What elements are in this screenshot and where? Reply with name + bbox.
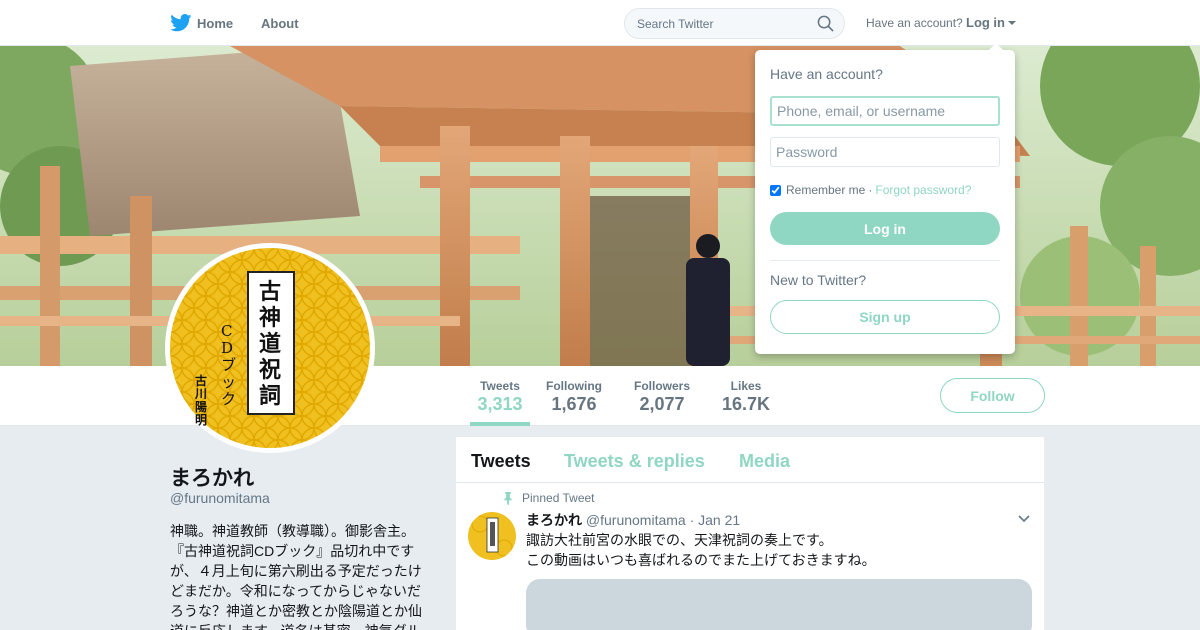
profile-avatar[interactable]: 古神道祝詞 CDブック 古川陽明	[165, 243, 375, 453]
tweet-text: 諏訪大社前宮の水眼での、天津祝詞の奏上です。 この動画はいつも喜ばれるのでまた上…	[526, 530, 1026, 570]
caret-down-icon[interactable]	[1008, 21, 1016, 25]
nav-about-link[interactable]: About	[261, 16, 299, 31]
timeline-tabs: Tweets Tweets & replies Media	[456, 437, 1044, 483]
tweet-header: まろかれ @furunomitama · Jan 21	[526, 510, 740, 530]
tweet-author-name[interactable]: まろかれ	[526, 512, 582, 528]
tab-tweets[interactable]: Tweets	[471, 451, 531, 472]
avatar-author-text: 古川陽明	[195, 374, 208, 427]
chevron-down-icon[interactable]	[1018, 515, 1030, 523]
username-field[interactable]	[770, 96, 1000, 126]
stat-followers-label: Followers	[633, 379, 690, 393]
stat-following[interactable]: Following 1,676	[544, 366, 604, 426]
nav-home-link[interactable]: Home	[170, 14, 233, 32]
timeline: Tweets Tweets & replies Media Pinned Twe…	[456, 437, 1044, 630]
tweet-avatar[interactable]	[468, 512, 516, 560]
profile-handle[interactable]: @furunomitama	[170, 490, 270, 506]
remember-me-checkbox[interactable]	[770, 184, 781, 196]
top-navigation: Home About Have an account? Log in	[0, 0, 1200, 46]
stat-likes-value: 16.7K	[721, 394, 771, 414]
stat-likes-label: Likes	[730, 379, 762, 393]
profile-name[interactable]: まろかれ	[170, 462, 254, 492]
stat-tweets[interactable]: Tweets 3,313	[470, 366, 530, 426]
divider	[770, 260, 1000, 261]
stat-likes[interactable]: Likes 16.7K	[718, 366, 774, 426]
search-input[interactable]	[625, 9, 805, 38]
tweet-media-video[interactable]	[526, 579, 1032, 630]
password-field[interactable]	[770, 137, 1000, 167]
login-button[interactable]: Log in	[770, 212, 1000, 245]
login-dropdown-title: Have an account?	[770, 66, 883, 82]
tweet-date[interactable]: · Jan 21	[690, 512, 741, 528]
login-dropdown-toggle[interactable]: Log in	[966, 15, 1005, 30]
separator-dot: ·	[868, 183, 873, 197]
pin-icon	[504, 491, 512, 505]
tweet-text-line-1: 諏訪大社前宮の水眼での、天津祝詞の奏上です。	[526, 532, 833, 548]
stat-tweets-value: 3,313	[477, 394, 523, 414]
remember-me-row: Remember me · Forgot password?	[770, 183, 971, 197]
tweet-text-line-2: この動画はいつも喜ばれるのでまた上げておきますね。	[526, 552, 876, 568]
stat-followers[interactable]: Followers 2,077	[632, 366, 692, 426]
search-icon[interactable]	[817, 15, 834, 32]
twitter-bird-icon	[170, 14, 192, 32]
stat-following-value: 1,676	[551, 394, 597, 414]
tab-media[interactable]: Media	[739, 451, 790, 472]
stat-tweets-label: Tweets	[480, 379, 520, 393]
stat-following-label: Following	[546, 379, 602, 393]
have-account-text: Have an account?	[866, 16, 963, 30]
follow-button[interactable]: Follow	[940, 378, 1045, 413]
profile-bio: 神職。神道教師（教導職）。御影舎主。『古神道祝詞CDブック』品切れ中ですが、４月…	[170, 523, 422, 630]
pinned-tweet-indicator: Pinned Tweet	[502, 491, 595, 505]
avatar-subtitle-text: CDブック	[221, 322, 237, 408]
login-dropdown: Have an account? Remember me · Forgot pa…	[755, 43, 1015, 354]
avatar-title-text: 古神道祝詞	[259, 279, 282, 409]
tweet-author-handle[interactable]: @furunomitama	[586, 512, 686, 528]
signup-button[interactable]: Sign up	[770, 300, 1000, 334]
pinned-label: Pinned Tweet	[522, 491, 595, 505]
new-to-twitter-text: New to Twitter?	[770, 272, 867, 288]
tab-tweets-and-replies[interactable]: Tweets & replies	[564, 451, 705, 472]
remember-me-label[interactable]: Remember me	[786, 183, 865, 197]
stat-followers-value: 2,077	[639, 394, 685, 414]
nav-home-label: Home	[197, 15, 234, 31]
forgot-password-link[interactable]: Forgot password?	[875, 183, 971, 197]
search-box	[624, 8, 845, 39]
